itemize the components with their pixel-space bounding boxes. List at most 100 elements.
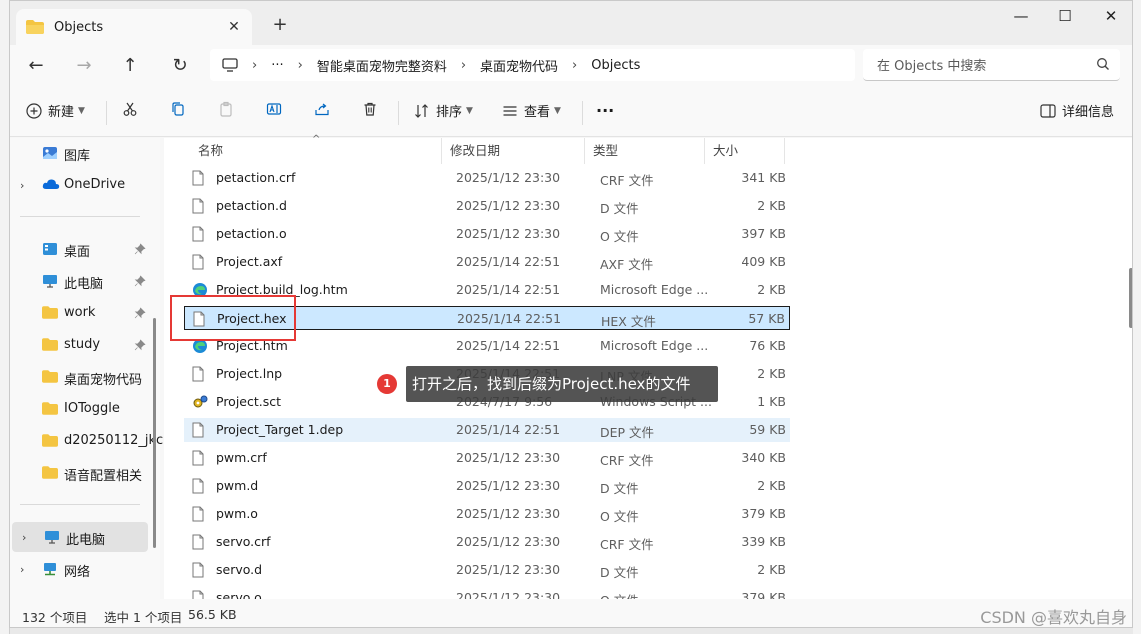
- pin-icon[interactable]: [134, 307, 146, 319]
- file-type-icon: [192, 450, 204, 469]
- sidebar-item-label: 语音配置相关: [64, 469, 143, 484]
- file-name: Project.lnp: [216, 366, 283, 381]
- sidebar-scrollbar[interactable]: [153, 318, 156, 548]
- sidebar-item-onedrive[interactable]: › OneDrive: [10, 170, 160, 200]
- file-row[interactable]: servo.crf 2025/1/12 23:30 CRF 文件 339 KB: [184, 530, 790, 554]
- cut-button[interactable]: [122, 101, 144, 117]
- instruction-tooltip: 打开之后，找到后缀为Project.hex的文件: [406, 366, 718, 402]
- command-bar: 新建 ▼ 排序 ▼ 查看 ▼ ··· 详细信息: [10, 87, 1132, 137]
- breadcrumb-item[interactable]: 桌面宠物代码: [480, 56, 558, 75]
- sidebar-item-study[interactable]: study: [10, 330, 160, 360]
- file-type: D 文件: [600, 481, 639, 496]
- navigation-pane: 图库 › OneDrive 桌面 此电脑 work study 桌面宠物代码 I…: [10, 138, 163, 599]
- file-type-icon: [192, 366, 204, 385]
- file-row[interactable]: Project.axf 2025/1/14 22:51 AXF 文件 409 KB: [184, 250, 790, 274]
- close-window-button[interactable]: ✕: [1096, 7, 1126, 29]
- sort-button[interactable]: 排序 ▼: [414, 101, 473, 120]
- search-input[interactable]: 在 Objects 中搜索: [863, 49, 1120, 81]
- file-row[interactable]: pwm.crf 2025/1/12 23:30 CRF 文件 340 KB: [184, 446, 790, 470]
- file-name: Project.axf: [216, 254, 283, 269]
- file-type-icon: [192, 198, 204, 217]
- delete-button[interactable]: [362, 101, 384, 117]
- breadcrumb-more[interactable]: ···: [271, 58, 283, 73]
- sidebar-item-label: 桌面宠物代码: [64, 373, 143, 388]
- selected-count: 选中 1 个项目: [104, 610, 183, 625]
- sidebar-item-network[interactable]: › 网络: [10, 554, 160, 584]
- file-row[interactable]: petaction.o 2025/1/12 23:30 O 文件 397 KB: [184, 222, 790, 246]
- breadcrumb-item[interactable]: 智能桌面宠物完整资料: [317, 56, 447, 75]
- file-type: D 文件: [600, 565, 639, 580]
- network-icon: [44, 563, 56, 576]
- item-count: 132 个项目: [22, 610, 88, 625]
- file-icon: [192, 422, 204, 438]
- file-type: CRF 文件: [600, 173, 654, 188]
- close-tab-icon[interactable]: ✕: [226, 19, 242, 35]
- file-row[interactable]: servo.d 2025/1/12 23:30 D 文件 2 KB: [184, 558, 790, 582]
- sidebar-item-desktop[interactable]: 桌面: [10, 234, 160, 264]
- monitor-icon: [222, 58, 238, 72]
- pin-icon[interactable]: [134, 275, 146, 287]
- file-type-icon: [192, 226, 204, 245]
- share-button[interactable]: [314, 101, 336, 117]
- sidebar-item-work[interactable]: work: [10, 298, 160, 328]
- column-header-size[interactable]: 大小: [705, 138, 785, 164]
- pin-icon[interactable]: [134, 243, 146, 255]
- gallery-icon: [43, 147, 57, 159]
- file-row[interactable]: Project_Target 1.dep 2025/1/14 22:51 DEP 文…: [184, 418, 790, 442]
- refresh-button[interactable]: ↻: [166, 53, 194, 79]
- search-placeholder: 在 Objects 中搜索: [877, 59, 987, 74]
- breadcrumb[interactable]: › ··· › 智能桌面宠物完整资料 › 桌面宠物代码 › Objects: [210, 49, 855, 81]
- file-date: 2025/1/12 23:30: [456, 450, 561, 465]
- file-row[interactable]: pwm.o 2025/1/12 23:30 O 文件 379 KB: [184, 502, 790, 526]
- toolbar-divider: [106, 101, 107, 125]
- more-options-button[interactable]: ···: [596, 101, 614, 120]
- details-pane-button[interactable]: 详细信息: [1040, 101, 1114, 120]
- file-row[interactable]: petaction.crf 2025/1/12 23:30 CRF 文件 341 KB: [184, 166, 790, 190]
- up-button[interactable]: ↑: [116, 53, 144, 79]
- file-size: 59 KB: [749, 422, 786, 437]
- rename-button[interactable]: [266, 101, 288, 117]
- file-size: 2 KB: [757, 562, 786, 577]
- back-button[interactable]: ←: [22, 53, 50, 79]
- column-header-type[interactable]: 类型: [585, 138, 705, 164]
- tab-objects[interactable]: Objects ✕: [16, 9, 252, 45]
- file-row[interactable]: pwm.d 2025/1/12 23:30 D 文件 2 KB: [184, 474, 790, 498]
- forward-button[interactable]: →: [70, 53, 98, 79]
- address-row: ← → ↑ ↻ › ··· › 智能桌面宠物完整资料 › 桌面宠物代码 › Ob…: [10, 45, 1132, 87]
- monitor-icon: [43, 275, 57, 288]
- folder-icon: [42, 370, 58, 383]
- file-type-icon: [192, 534, 204, 553]
- sidebar-item-iotoggle[interactable]: IOToggle: [10, 394, 160, 424]
- sidebar-item-pet-code[interactable]: 桌面宠物代码: [10, 362, 160, 392]
- sidebar-item-label: study: [64, 337, 101, 352]
- file-icon: [192, 506, 204, 522]
- pin-icon[interactable]: [134, 339, 146, 351]
- file-row[interactable]: petaction.d 2025/1/12 23:30 D 文件 2 KB: [184, 194, 790, 218]
- new-tab-button[interactable]: +: [268, 14, 292, 35]
- sidebar-item-this-pc-quick[interactable]: 此电脑: [10, 266, 160, 296]
- copy-button[interactable]: [170, 101, 192, 117]
- file-icon: [192, 562, 204, 578]
- paste-button[interactable]: [218, 101, 240, 117]
- breadcrumb-separator: ›: [572, 57, 578, 73]
- sidebar-item-gallery[interactable]: 图库: [10, 138, 160, 168]
- file-name: servo.crf: [216, 534, 271, 549]
- file-date: 2025/1/12 23:30: [456, 534, 561, 549]
- view-button[interactable]: 查看 ▼: [502, 101, 561, 120]
- new-label: 新建: [48, 105, 75, 120]
- file-size: 409 KB: [741, 254, 786, 269]
- sidebar-item-this-pc[interactable]: › 此电脑: [12, 522, 148, 552]
- file-date: 2025/1/14 22:51: [456, 254, 561, 269]
- file-type-icon: [192, 506, 204, 525]
- sidebar-item-d20250112[interactable]: d20250112_jkc: [10, 426, 163, 456]
- file-date: 2025/1/12 23:30: [456, 226, 561, 241]
- minimize-button[interactable]: —: [1006, 7, 1036, 29]
- sidebar-item-label: 网络: [64, 565, 91, 580]
- breadcrumb-item[interactable]: Objects: [591, 58, 640, 73]
- new-button[interactable]: 新建 ▼: [26, 101, 85, 120]
- file-list-scrollbar[interactable]: [1129, 268, 1132, 328]
- sidebar-item-voice-config[interactable]: 语音配置相关: [10, 458, 160, 488]
- maximize-button[interactable]: ☐: [1050, 7, 1080, 29]
- file-size: 2 KB: [757, 366, 786, 381]
- column-header-date[interactable]: 修改日期: [442, 138, 585, 164]
